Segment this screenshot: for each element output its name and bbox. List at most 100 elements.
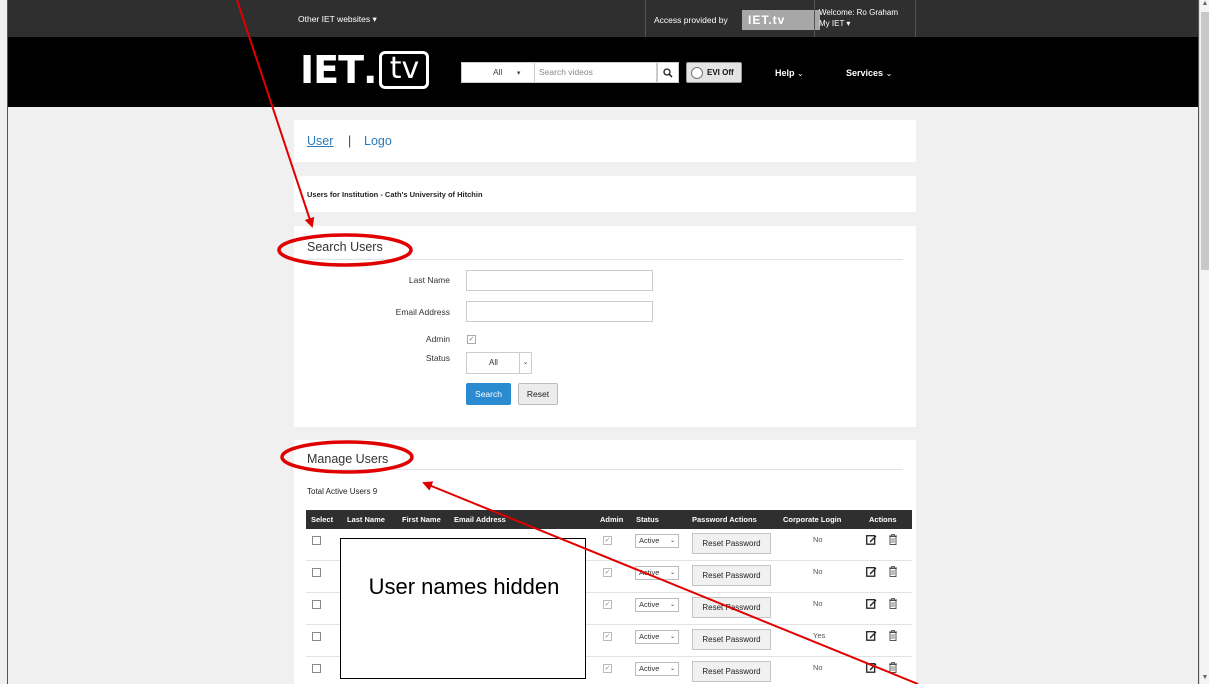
search-icon bbox=[663, 67, 673, 78]
institution-heading: Users for Institution - Cath's Universit… bbox=[307, 190, 483, 199]
reset-password-button[interactable]: Reset Password bbox=[692, 661, 771, 682]
nav-help-label: Help bbox=[775, 68, 795, 78]
select-checkbox[interactable] bbox=[312, 568, 321, 577]
reset-password-button[interactable]: Reset Password bbox=[692, 533, 771, 554]
col-last-name: Last Name bbox=[347, 515, 385, 524]
reset-password-button[interactable]: Reset Password bbox=[692, 565, 771, 586]
col-corporate-login: Corporate Login bbox=[783, 515, 842, 524]
hidden-names-overlay: User names hidden bbox=[340, 538, 586, 679]
institution-panel: Users for Institution - Cath's Universit… bbox=[294, 176, 916, 212]
admin-checkbox[interactable]: ✓ bbox=[603, 600, 612, 609]
access-provider-logo: IET.tv bbox=[742, 10, 820, 30]
admin-checkbox[interactable]: ✓ bbox=[603, 536, 612, 545]
chevron-down-icon: ⌄ bbox=[669, 570, 675, 576]
search-button[interactable]: Search bbox=[466, 383, 511, 405]
edit-icon[interactable] bbox=[866, 630, 877, 641]
toggle-knob-icon bbox=[691, 66, 703, 79]
trash-icon[interactable] bbox=[888, 662, 898, 673]
caret-down-icon: ▾ bbox=[516, 70, 521, 77]
status-select[interactable]: Active ⌄ bbox=[635, 662, 679, 676]
chevron-down-icon: ⌄ bbox=[669, 634, 675, 640]
status-select[interactable]: All ⌄ bbox=[466, 352, 532, 374]
scrollbar-thumb[interactable] bbox=[1201, 12, 1209, 270]
status-value: Active bbox=[639, 632, 660, 641]
status-label: Status bbox=[425, 353, 450, 363]
users-table-header: Select Last Name First Name Email Addres… bbox=[306, 510, 912, 529]
reset-password-button[interactable]: Reset Password bbox=[692, 597, 771, 618]
site-header: IET . tv All ▾ Search videos EVI Off Hel… bbox=[8, 37, 1198, 107]
divider bbox=[915, 0, 916, 37]
col-select: Select bbox=[311, 515, 334, 524]
status-value: Active bbox=[639, 664, 660, 673]
trash-icon[interactable] bbox=[888, 630, 898, 641]
col-status: Status bbox=[636, 515, 659, 524]
status-value: Active bbox=[639, 536, 660, 545]
nav-help[interactable]: Help ⌄ bbox=[775, 68, 804, 78]
trash-icon[interactable] bbox=[888, 566, 898, 577]
status-value: Active bbox=[639, 600, 660, 609]
trash-icon[interactable] bbox=[888, 598, 898, 609]
last-name-input[interactable] bbox=[466, 270, 653, 291]
admin-label: Admin bbox=[425, 334, 450, 344]
logo-tv-text: tv bbox=[379, 51, 430, 89]
edit-icon[interactable] bbox=[866, 598, 877, 609]
status-value: Active bbox=[639, 568, 660, 577]
corporate-login-value: No bbox=[813, 599, 823, 608]
admin-checkbox[interactable]: ✓ bbox=[467, 335, 476, 344]
last-name-label: Last Name bbox=[408, 275, 450, 285]
status-select[interactable]: Active ⌄ bbox=[635, 534, 679, 548]
chevron-down-icon: ⌄ bbox=[669, 538, 675, 544]
col-password-actions: Password Actions bbox=[692, 515, 757, 524]
search-users-panel: Search Users Last Name Email Address Adm… bbox=[294, 226, 916, 427]
search-scope-select[interactable]: All ▾ bbox=[461, 62, 535, 83]
other-iet-websites-menu[interactable]: Other IET websites ▾ bbox=[298, 14, 377, 25]
edit-icon[interactable] bbox=[866, 566, 877, 577]
corporate-login-value: No bbox=[813, 663, 823, 672]
user-welcome[interactable]: Welcome: Ro Graham My IET ▾ bbox=[819, 7, 898, 29]
tab-user[interactable]: User bbox=[307, 134, 333, 148]
status-select[interactable]: Active ⌄ bbox=[635, 566, 679, 580]
iet-tv-logo[interactable]: IET . tv bbox=[300, 50, 430, 90]
select-checkbox[interactable] bbox=[312, 664, 321, 673]
tab-logo[interactable]: Logo bbox=[364, 134, 392, 148]
edit-icon[interactable] bbox=[866, 662, 877, 673]
caret-down-icon: ▾ bbox=[372, 14, 377, 24]
col-email: Email Address bbox=[454, 515, 506, 524]
corporate-login-value: No bbox=[813, 535, 823, 544]
caret-down-icon: ▾ bbox=[846, 19, 851, 28]
scroll-down-icon[interactable]: ▼ bbox=[1200, 674, 1209, 681]
search-scope-value: All bbox=[493, 67, 503, 77]
admin-checkbox[interactable]: ✓ bbox=[603, 664, 612, 673]
search-input[interactable]: Search videos bbox=[535, 62, 657, 83]
nav-services-label: Services bbox=[846, 68, 884, 78]
utility-bar: Other IET websites ▾ Access provided by … bbox=[8, 0, 1198, 37]
search-users-title: Search Users bbox=[307, 240, 383, 254]
status-select-value: All bbox=[489, 358, 498, 367]
total-active-users: Total Active Users 9 bbox=[307, 487, 378, 496]
manage-users-title: Manage Users bbox=[307, 452, 389, 466]
email-input[interactable] bbox=[466, 301, 653, 322]
trash-icon[interactable] bbox=[888, 534, 898, 545]
admin-checkbox[interactable]: ✓ bbox=[603, 632, 612, 641]
edit-icon[interactable] bbox=[866, 534, 877, 545]
status-select[interactable]: Active ⌄ bbox=[635, 598, 679, 612]
divider bbox=[307, 259, 903, 260]
status-select[interactable]: Active ⌄ bbox=[635, 630, 679, 644]
browser-page: Other IET websites ▾ Access provided by … bbox=[7, 0, 1199, 684]
my-iet-link[interactable]: My IET bbox=[819, 19, 844, 28]
select-checkbox[interactable] bbox=[312, 536, 321, 545]
reset-button[interactable]: Reset bbox=[518, 383, 558, 405]
welcome-text: Welcome: Ro Graham bbox=[819, 8, 898, 17]
other-sites-label: Other IET websites bbox=[298, 14, 371, 24]
divider bbox=[307, 469, 903, 470]
nav-services[interactable]: Services ⌄ bbox=[846, 68, 892, 78]
select-checkbox[interactable] bbox=[312, 600, 321, 609]
search-button[interactable] bbox=[657, 62, 679, 83]
vertical-scrollbar[interactable]: ▲ ▼ bbox=[1199, 0, 1209, 684]
evi-toggle[interactable]: EVI Off bbox=[686, 62, 742, 83]
reset-password-button[interactable]: Reset Password bbox=[692, 629, 771, 650]
admin-checkbox[interactable]: ✓ bbox=[603, 568, 612, 577]
select-checkbox[interactable] bbox=[312, 632, 321, 641]
scroll-up-icon[interactable]: ▲ bbox=[1200, 0, 1209, 7]
video-search: All ▾ Search videos bbox=[461, 62, 679, 83]
